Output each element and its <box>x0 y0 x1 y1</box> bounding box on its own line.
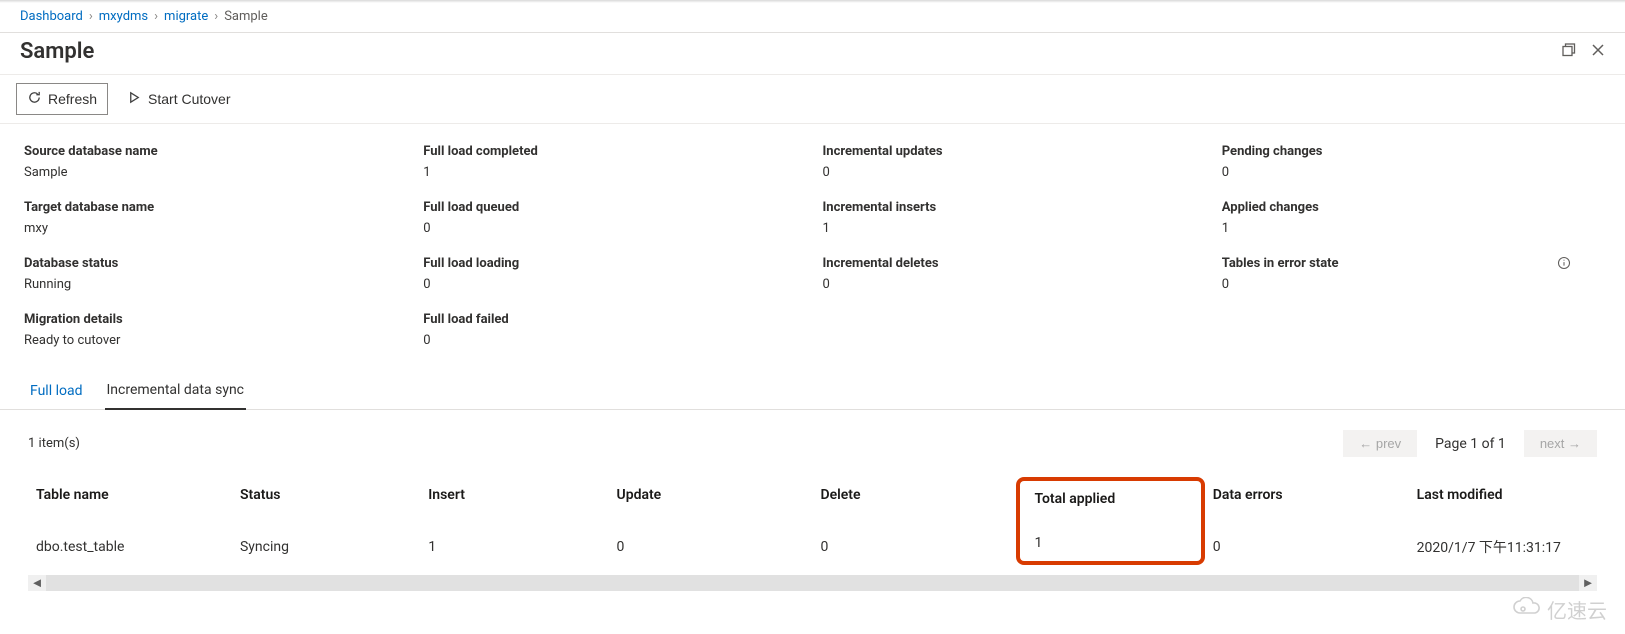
crumb-mxydms[interactable]: mxydms <box>99 9 148 24</box>
tab-incremental[interactable]: Incremental data sync <box>105 376 247 410</box>
th-data-errors[interactable]: Data errors <box>1205 469 1409 521</box>
breadcrumb: Dashboard › mxydms › migrate › Sample <box>0 3 1625 33</box>
page-indicator: Page 1 of 1 <box>1435 436 1506 452</box>
detail-fl-failed: Full load failed0 <box>423 312 802 348</box>
chevron-right-icon: › <box>154 9 158 24</box>
cell-insert: 1 <box>420 521 608 573</box>
prev-button[interactable]: ← prev <box>1343 430 1417 457</box>
item-count: 1 item(s) <box>28 436 80 451</box>
next-button[interactable]: next → <box>1524 430 1597 457</box>
page-title: Sample <box>20 39 94 64</box>
toolbar: Refresh Start Cutover <box>0 75 1625 124</box>
cell-table-name: dbo.test_table <box>28 521 232 573</box>
th-table-name[interactable]: Table name <box>28 469 232 521</box>
detail-db-status: Database statusRunning <box>24 256 403 292</box>
info-icon[interactable] <box>1557 256 1571 274</box>
cell-update: 0 <box>609 521 813 573</box>
close-icon[interactable] <box>1591 43 1605 61</box>
pager: ← prev Page 1 of 1 next → <box>1343 430 1597 457</box>
start-cutover-label: Start Cutover <box>148 91 230 107</box>
cell-delete: 0 <box>812 521 1016 573</box>
th-delete[interactable]: Delete <box>812 469 1016 521</box>
start-cutover-button[interactable]: Start Cutover <box>116 83 241 115</box>
tabs: Full load Incremental data sync <box>0 360 1625 410</box>
chevron-right-icon: › <box>89 9 93 24</box>
details-grid: Source database nameSample Target databa… <box>0 124 1625 360</box>
scroll-left-icon[interactable]: ◄ <box>28 575 46 591</box>
cloud-icon <box>1511 597 1541 622</box>
cell-total-applied: 1 <box>1016 521 1204 573</box>
cell-last-modified: 2020/1/7 下午11:31:17 <box>1409 521 1597 573</box>
detail-applied-changes: Applied changes1 <box>1222 200 1601 236</box>
watermark: 亿速云 <box>1511 595 1607 624</box>
scroll-right-icon[interactable]: ► <box>1579 575 1597 591</box>
horizontal-scrollbar[interactable]: ◄ ► <box>28 575 1597 591</box>
detail-inc-deletes: Incremental deletes0 <box>823 256 1202 292</box>
data-table: Table name Status Insert Update Delete T… <box>28 469 1597 573</box>
chevron-right-icon: › <box>214 9 218 24</box>
restore-window-icon[interactable] <box>1561 42 1577 62</box>
detail-fl-loading: Full load loading0 <box>423 256 802 292</box>
detail-fl-queued: Full load queued0 <box>423 200 802 236</box>
th-update[interactable]: Update <box>609 469 813 521</box>
detail-migration: Migration detailsReady to cutover <box>24 312 403 348</box>
detail-target-db: Target database namemxy <box>24 200 403 236</box>
table-header-row: Table name Status Insert Update Delete T… <box>28 469 1597 521</box>
detail-pending-changes: Pending changes0 <box>1222 144 1601 180</box>
refresh-icon <box>27 90 42 108</box>
detail-tables-error: Tables in error state 0 <box>1222 256 1601 292</box>
crumb-current: Sample <box>224 9 268 24</box>
th-last-modified[interactable]: Last modified <box>1409 469 1597 521</box>
detail-fl-completed: Full load completed1 <box>423 144 802 180</box>
play-icon <box>127 90 142 108</box>
detail-inc-updates: Incremental updates0 <box>823 144 1202 180</box>
cell-data-errors: 0 <box>1205 521 1409 573</box>
cell-status: Syncing <box>232 521 420 573</box>
refresh-button[interactable]: Refresh <box>16 83 108 115</box>
th-status[interactable]: Status <box>232 469 420 521</box>
table-row[interactable]: dbo.test_table Syncing 1 0 0 1 0 2020/1/… <box>28 521 1597 573</box>
th-insert[interactable]: Insert <box>420 469 608 521</box>
detail-inc-inserts: Incremental inserts1 <box>823 200 1202 236</box>
crumb-migrate[interactable]: migrate <box>164 9 208 24</box>
crumb-dashboard[interactable]: Dashboard <box>20 9 83 24</box>
refresh-label: Refresh <box>48 91 97 107</box>
th-total-applied[interactable]: Total applied <box>1016 469 1204 521</box>
tab-full-load[interactable]: Full load <box>28 377 85 409</box>
detail-source-db: Source database nameSample <box>24 144 403 180</box>
